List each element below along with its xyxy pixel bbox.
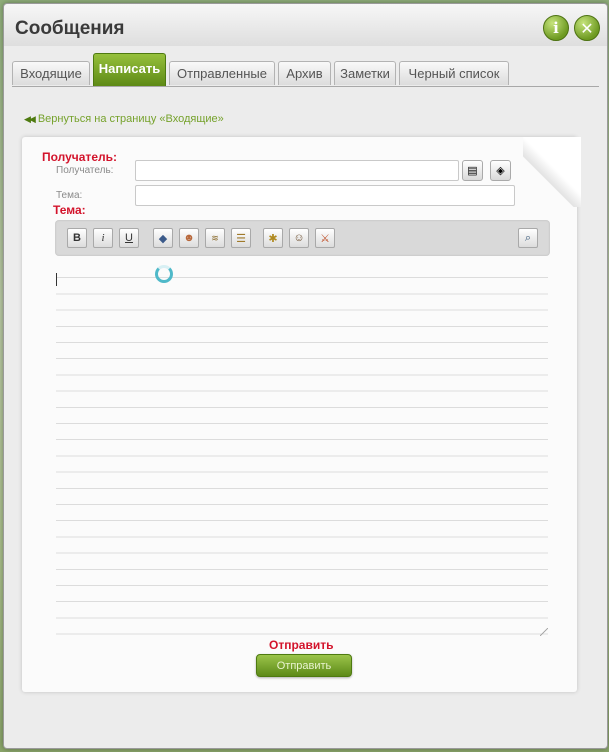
item-icon[interactable]: ✱ <box>263 228 283 248</box>
tab-compose[interactable]: Написать <box>93 53 166 86</box>
tab-blacklist[interactable]: Черный список <box>399 61 509 85</box>
paper-curl <box>523 137 581 207</box>
subject-input[interactable] <box>135 185 515 206</box>
recipient-input[interactable] <box>135 160 459 181</box>
sword-icon[interactable]: ⚔ <box>315 228 335 248</box>
spell-icon[interactable]: ≋ <box>205 228 225 248</box>
close-icon[interactable]: ✕ <box>574 15 600 41</box>
italic-button[interactable]: i <box>93 228 113 248</box>
bold-button[interactable]: B <box>67 228 87 248</box>
window-title: Сообщения <box>15 18 125 39</box>
subject-annotation: Тема: <box>53 203 86 217</box>
resize-grip-icon[interactable] <box>540 628 548 636</box>
character-icon[interactable]: ☻ <box>179 228 199 248</box>
double-left-arrow-icon: ◀◀ <box>24 114 36 124</box>
tab-sent[interactable]: Отправленные <box>169 61 275 85</box>
guild-icon[interactable]: ◆ <box>153 228 173 248</box>
loading-spinner-icon <box>155 265 173 283</box>
text-caret <box>56 273 57 286</box>
smiley-icon[interactable]: ☺ <box>289 228 309 248</box>
recipient-label: Получатель: <box>56 165 114 176</box>
send-annotation: Отправить <box>269 638 334 652</box>
address-book-icon[interactable]: ▤ <box>462 160 483 181</box>
subject-label: Тема: <box>56 190 83 201</box>
back-link-text: Вернуться на страницу «Входящие» <box>37 113 224 125</box>
underline-button[interactable]: U <box>119 228 139 248</box>
tab-inbox[interactable]: Входящие <box>12 61 90 85</box>
scroll-icon[interactable]: ☰ <box>231 228 251 248</box>
tab-archive[interactable]: Архив <box>278 61 331 85</box>
send-button[interactable]: Отправить <box>256 654 352 677</box>
tab-notes[interactable]: Заметки <box>334 61 396 85</box>
info-icon[interactable]: i <box>543 15 569 41</box>
editor-toolbar: B i U ◆ ☻ ≋ ☰ ✱ ☺ ⚔ ⌕ <box>55 220 550 256</box>
back-to-inbox-link[interactable]: ◀◀ Вернуться на страницу «Входящие» <box>24 113 224 125</box>
recipient-annotation: Получатель: <box>42 150 117 164</box>
tab-divider <box>12 86 599 87</box>
guild-emblem-icon[interactable]: ◈ <box>490 160 511 181</box>
tab-bar: Входящие Написать Отправленные Архив Зам… <box>12 53 598 87</box>
preview-icon[interactable]: ⌕ <box>518 228 538 248</box>
title-bar: Сообщения i ✕ <box>4 4 607 46</box>
message-textarea[interactable] <box>56 262 548 638</box>
